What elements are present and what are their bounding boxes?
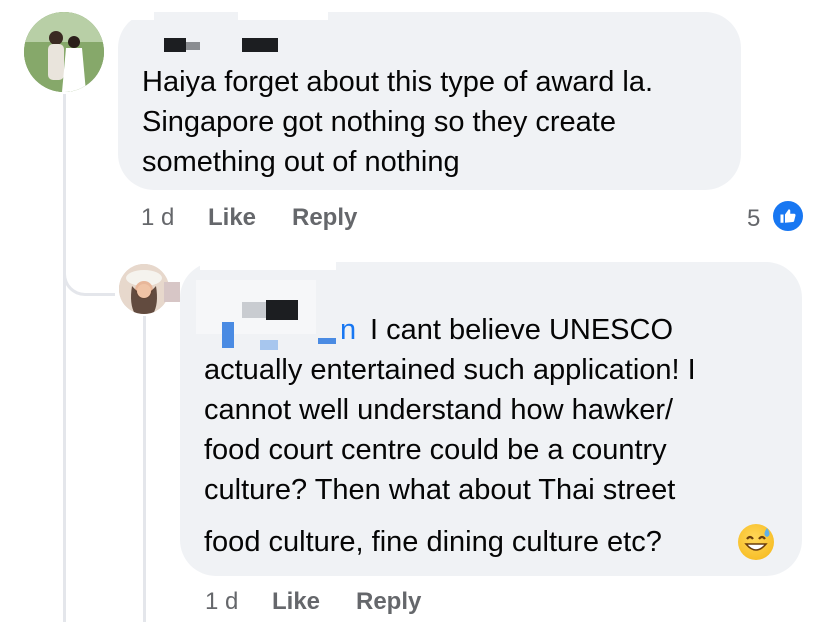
avatar[interactable] <box>24 12 104 92</box>
reply-bubble: n I cant believe UNESCO actually enterta… <box>180 258 802 576</box>
mention-fragment[interactable]: n <box>340 310 356 350</box>
redacted-name <box>242 302 266 318</box>
comment-text-line: food court centre could be a country <box>204 434 667 466</box>
comment-text-line: cannot well understand how hawker/ <box>204 394 674 426</box>
redacted-name <box>242 38 278 52</box>
reply-button[interactable]: Reply <box>292 204 357 232</box>
redacted-mention <box>318 338 336 344</box>
comment-text-line: Singapore got nothing so they create <box>142 106 616 138</box>
mask <box>200 258 336 270</box>
redacted-mention <box>260 340 278 350</box>
sweat-smile-icon <box>738 524 774 560</box>
comment-timestamp[interactable]: 1 d <box>141 204 174 232</box>
mask <box>114 8 154 20</box>
redacted-name <box>164 38 186 52</box>
comment-text-line: food culture, fine dining culture etc? <box>204 526 662 558</box>
thread-connector <box>63 250 115 296</box>
comment-text-line: Haiya forget about this type of award la… <box>142 66 654 98</box>
thumbs-up-icon[interactable] <box>771 199 805 233</box>
like-button[interactable]: Like <box>272 588 320 616</box>
redacted-mention <box>222 322 234 348</box>
reaction-count[interactable]: 5 <box>747 205 760 233</box>
reply-button[interactable]: Reply <box>356 588 421 616</box>
redacted-name <box>186 42 200 50</box>
comment-bubble: Haiya forget about this type of award la… <box>114 8 741 190</box>
mask <box>238 8 328 20</box>
comment-timestamp[interactable]: 1 d <box>205 588 238 616</box>
redacted-name <box>266 300 298 320</box>
comment-text-line: actually entertained such application! I <box>204 354 696 386</box>
redacted-block <box>164 282 180 302</box>
thread-line <box>63 94 66 622</box>
comment-text-line: I cant believe UNESCO <box>370 314 674 346</box>
avatar[interactable] <box>119 264 169 314</box>
comment-text-line: something out of nothing <box>142 146 460 178</box>
reply-thread-line <box>143 316 146 622</box>
comment-text-line: culture? Then what about Thai street <box>204 474 676 506</box>
like-button[interactable]: Like <box>208 204 256 232</box>
